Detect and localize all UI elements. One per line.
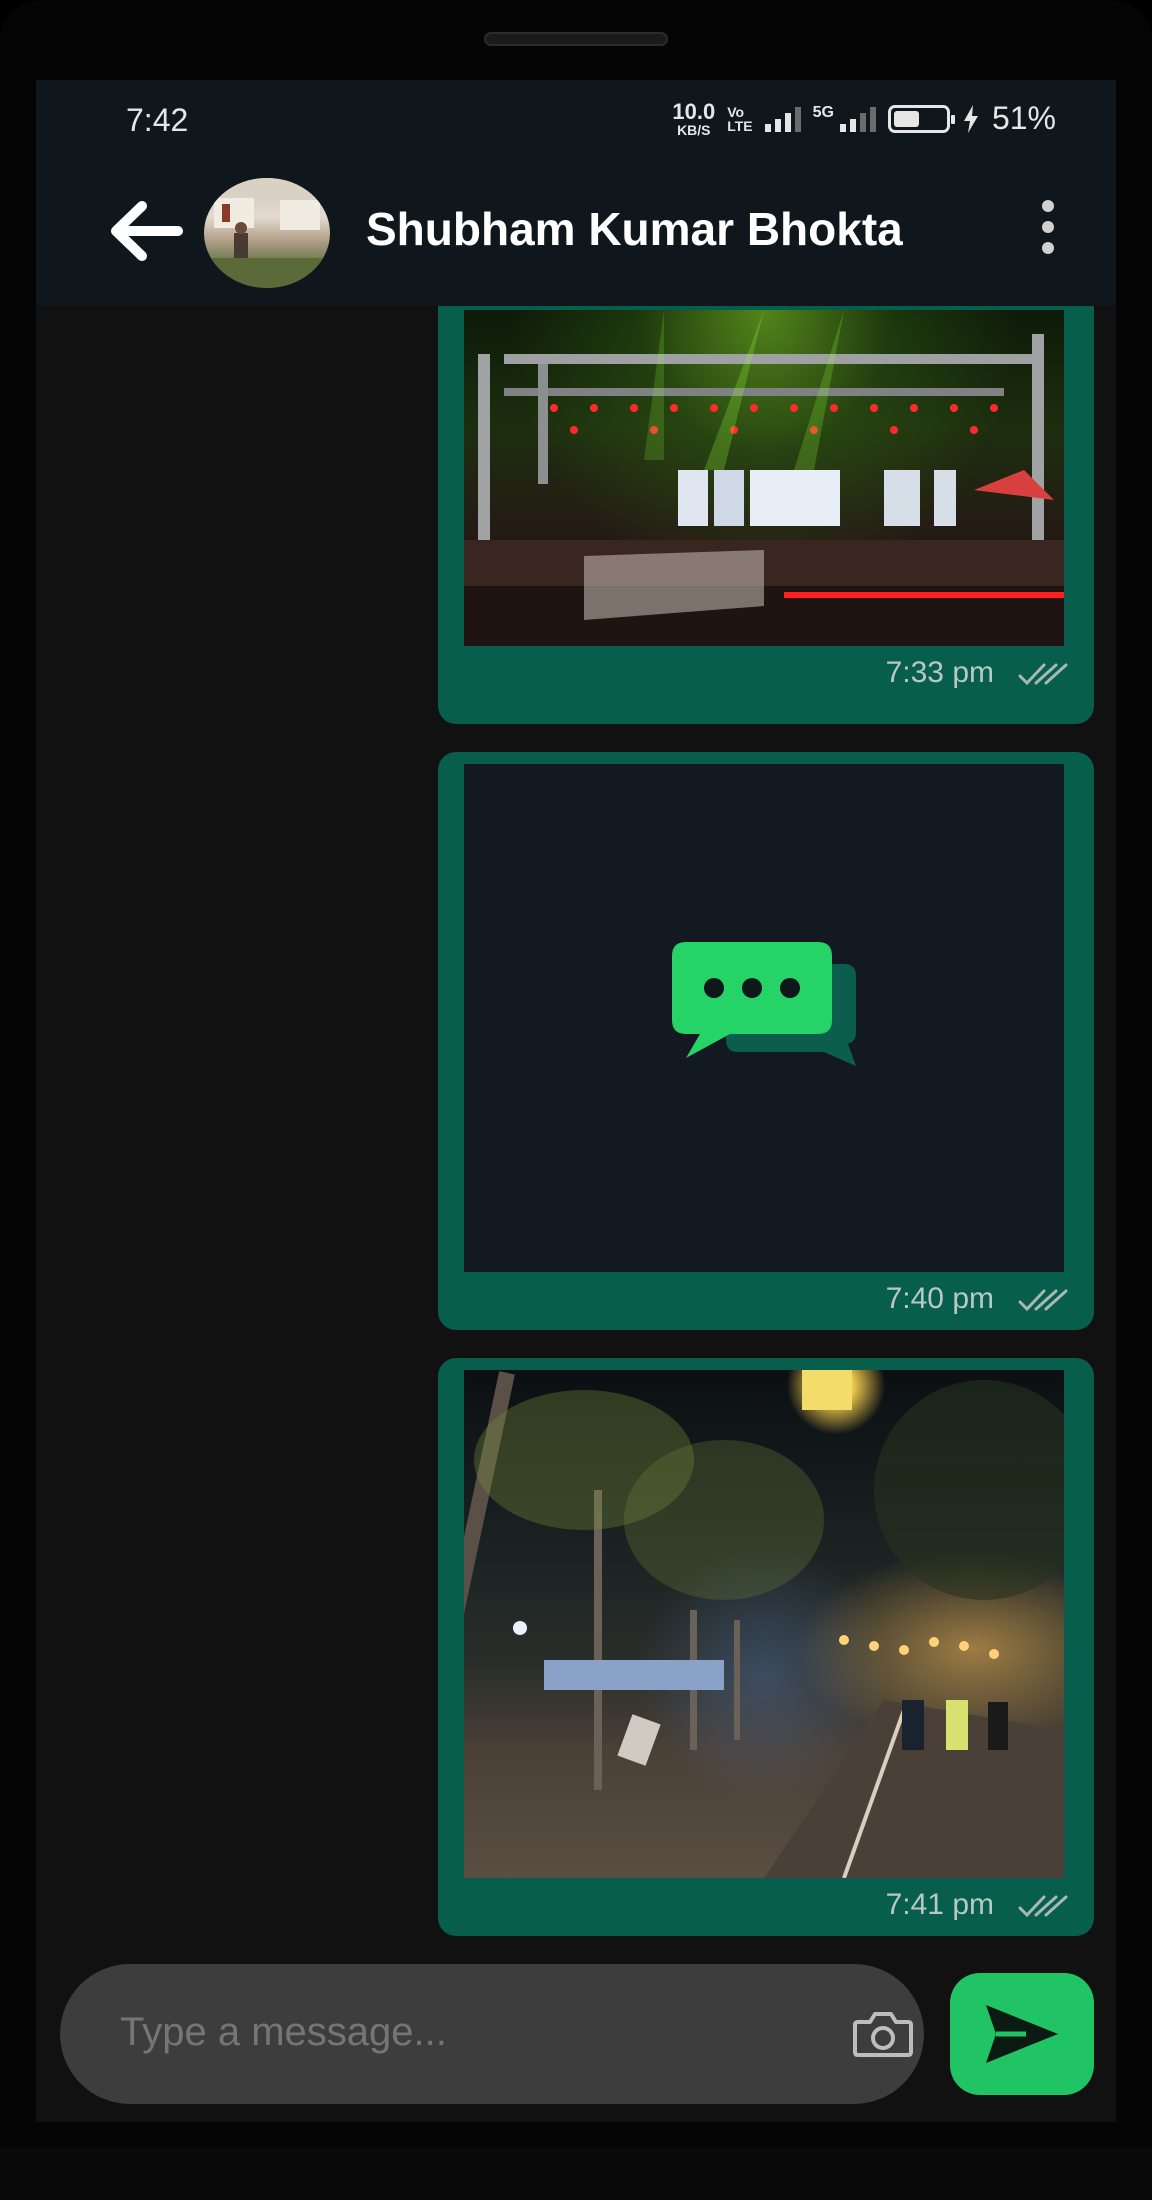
volte-icon: Vo LTE (727, 105, 752, 133)
status-icons: 10.0 KB/S Vo LTE 5G 51% (672, 100, 1056, 137)
image-attachment-stage[interactable] (464, 310, 1064, 646)
double-check-icon (1018, 663, 1068, 686)
net-speed: 10.0 KB/S (672, 98, 716, 138)
camera-icon (853, 2012, 913, 2057)
image-attachment-park[interactable] (464, 1370, 1064, 1878)
battery-percent: 51% (991, 100, 1056, 136)
contact-name[interactable]: Shubham Kumar Bhokta (366, 202, 903, 256)
dot-icon (1042, 200, 1054, 212)
back-arrow-icon (111, 201, 183, 261)
net-speed-value: 10.0 (672, 98, 716, 124)
volte-bottom: LTE (727, 117, 753, 134)
image-attachment-placeholder[interactable] (464, 764, 1064, 1272)
volte-top: Vo (727, 103, 745, 120)
message-composer (60, 1964, 924, 2104)
phone-frame: 7:42 10.0 KB/S Vo LTE 5G 51% Shubham Kum… (0, 0, 1152, 2200)
double-check-icon (1018, 1895, 1068, 1918)
message-time: 7:41 pm (885, 1888, 994, 1921)
message-time: 7:33 pm (885, 656, 994, 689)
dot-icon (1042, 221, 1054, 233)
signal-icon-sim2 (839, 106, 876, 132)
more-options-button[interactable] (1028, 194, 1068, 270)
message-bubble[interactable]: 7:41 pm (438, 1358, 1094, 1936)
chat-header: Shubham Kumar Bhokta (36, 160, 1116, 306)
net-speed-unit: KB/S (677, 121, 711, 138)
send-button[interactable] (950, 1973, 1094, 2095)
charging-icon (963, 104, 978, 133)
message-input[interactable] (120, 2010, 760, 2055)
status-time: 7:42 (126, 102, 189, 138)
chat-bubbles-icon (672, 942, 856, 1066)
avatar[interactable] (204, 178, 330, 288)
network-type: 5G (812, 103, 834, 121)
double-check-icon (1018, 1289, 1068, 1312)
message-bubble[interactable]: 7:33 pm (438, 306, 1094, 724)
back-button[interactable] (106, 196, 186, 266)
dot-icon (1042, 242, 1054, 254)
camera-button[interactable] (852, 2010, 914, 2058)
send-icon (986, 2005, 1058, 2063)
status-bar: 7:42 10.0 KB/S Vo LTE 5G 51% (36, 80, 1116, 160)
bottom-bezel (0, 2148, 1152, 2200)
screen: 7:42 10.0 KB/S Vo LTE 5G 51% Shubham Kum… (36, 80, 1116, 2122)
phone-speaker (484, 32, 668, 46)
message-time: 7:40 pm (885, 1282, 994, 1315)
signal-icon-sim1 (764, 106, 801, 132)
message-bubble[interactable]: 7:40 pm (438, 752, 1094, 1330)
battery-icon (887, 104, 955, 133)
